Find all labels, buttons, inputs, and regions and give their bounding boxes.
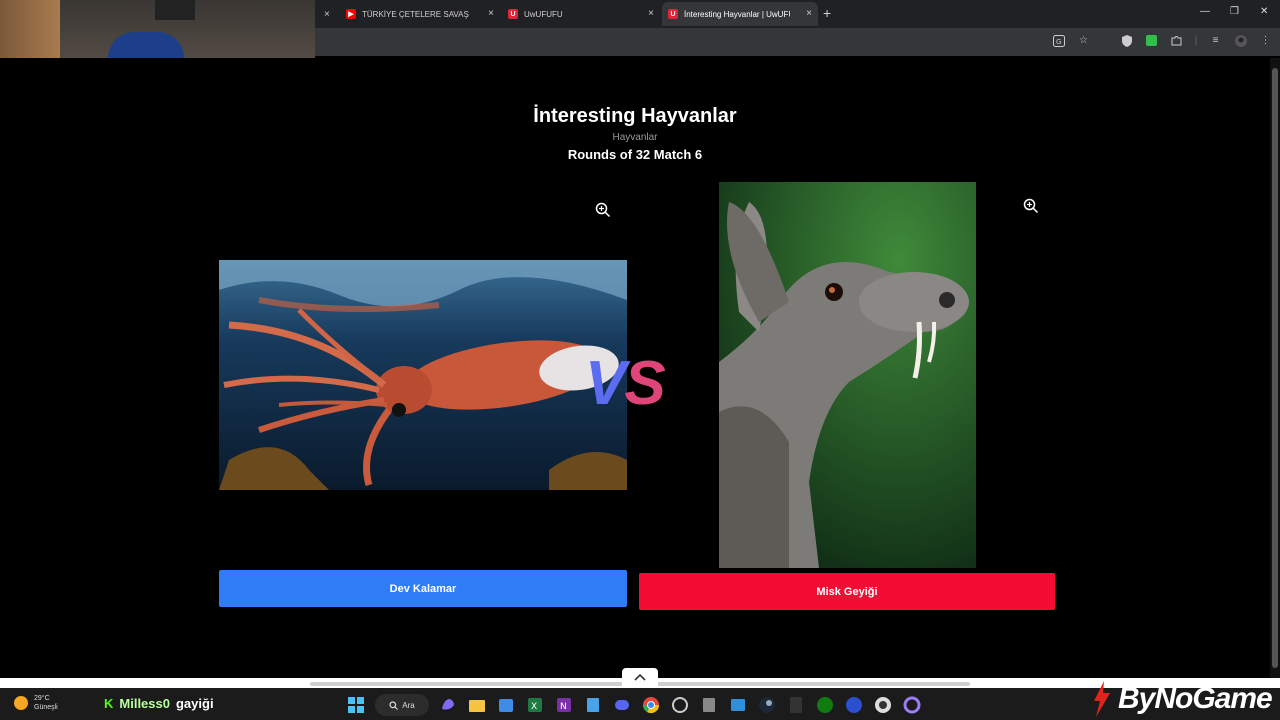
zoom-in-icon[interactable]	[595, 202, 611, 218]
minimize-button[interactable]: —	[1200, 6, 1210, 17]
new-tab-button[interactable]: +	[823, 6, 831, 20]
menu-dots-icon[interactable]: ⋮	[1259, 34, 1272, 47]
uwufufu-icon: U	[508, 9, 518, 19]
bynogame-logo: ByNoGame	[1090, 678, 1273, 720]
extensions-puzzle-icon[interactable]	[1170, 34, 1183, 47]
ea-icon[interactable]	[844, 695, 864, 715]
translate-icon[interactable]: G	[1052, 34, 1065, 47]
store-icon[interactable]	[496, 695, 516, 715]
tab-close-prev[interactable]: ×	[318, 2, 334, 26]
stream-chat-overlay: K Milless0 gayiği	[104, 696, 214, 711]
discord-icon[interactable]	[612, 695, 632, 715]
uwufufu-icon: U	[668, 9, 678, 19]
steam-icon[interactable]	[757, 695, 777, 715]
chevron-up-icon[interactable]	[622, 668, 658, 686]
round-info: Rounds of 32 Match 6	[567, 147, 703, 162]
weather-temp: 29°C	[34, 695, 50, 702]
weather-condition: Güneşli	[34, 704, 58, 711]
tab-interesting-hayvanlar[interactable]: U İnteresting Hayvanlar | UwUFUFU ×	[662, 2, 818, 26]
photos-icon[interactable]	[728, 695, 748, 715]
app2-icon[interactable]	[902, 695, 922, 715]
close-window-button[interactable]: ✕	[1260, 6, 1268, 17]
xbox-icon[interactable]	[815, 695, 835, 715]
shield-icon[interactable]	[1120, 34, 1133, 47]
search-icon	[389, 700, 399, 710]
sun-icon	[14, 696, 28, 710]
giant-squid-image[interactable]	[219, 260, 627, 490]
page-subtitle: Hayvanlar	[612, 132, 658, 143]
choose-misk-geyigi-button[interactable]: Misk Geyiği	[639, 573, 1055, 610]
web-page: İnteresting Hayvanlar Hayvanlar Rounds o…	[0, 58, 1270, 678]
folder-icon[interactable]	[467, 695, 487, 715]
tab-youtube[interactable]: ▶ TÜRKİYE ÇETELERE SAVAŞ AÇTI ×	[340, 2, 500, 26]
extension-green-icon[interactable]	[1145, 34, 1158, 47]
epic-icon[interactable]	[786, 695, 806, 715]
bookmark-star-icon[interactable]: ☆	[1077, 34, 1090, 47]
svg-text:X: X	[531, 702, 537, 712]
media-control-icon[interactable]: ≡	[1209, 34, 1222, 47]
chrome-icon[interactable]	[641, 695, 661, 715]
musk-deer-image[interactable]	[719, 182, 976, 568]
svg-text:G: G	[1056, 38, 1061, 46]
kick-icon: K	[104, 696, 114, 711]
start-icon[interactable]	[346, 695, 366, 715]
weather-widget[interactable]: 29°C Güneşli	[14, 694, 58, 712]
svg-text:N: N	[560, 702, 567, 712]
close-icon[interactable]: ×	[648, 8, 654, 19]
calculator-icon[interactable]	[699, 695, 719, 715]
screen: × ▶ TÜRKİYE ÇETELERE SAVAŞ AÇTI × U UwUF…	[0, 0, 1280, 720]
chat-word: gayiği	[175, 696, 214, 711]
streamer-name: Milless0	[119, 696, 170, 711]
excel-icon[interactable]: X	[525, 695, 545, 715]
onenote-icon[interactable]: N	[554, 695, 574, 715]
app-icon[interactable]	[670, 695, 690, 715]
profile-avatar-icon[interactable]	[1234, 34, 1247, 47]
windows-taskbar: 29°C Güneşli K Milless0 gayiği Ara X N	[0, 688, 1280, 720]
obs-icon[interactable]	[873, 695, 893, 715]
close-icon[interactable]: ×	[488, 8, 494, 19]
copilot-icon[interactable]	[438, 695, 458, 715]
youtube-icon: ▶	[346, 9, 356, 19]
zoom-in-icon[interactable]	[1023, 198, 1039, 214]
notepad-icon[interactable]	[583, 695, 603, 715]
taskbar-search[interactable]: Ara	[375, 694, 429, 716]
vs-label: VS	[585, 349, 666, 418]
vertical-scrollbar[interactable]	[1270, 58, 1280, 678]
choose-dev-kalamar-button[interactable]: Dev Kalamar	[219, 570, 627, 607]
bynogame-mark-icon	[1094, 681, 1110, 717]
close-icon[interactable]: ×	[806, 8, 812, 19]
restore-button[interactable]: ❐	[1230, 6, 1239, 17]
page-title: İnteresting Hayvanlar	[533, 105, 737, 127]
tab-uwufufu[interactable]: U UwUFUFU ×	[502, 2, 660, 26]
taskbar-apps: Ara X N	[346, 694, 922, 716]
